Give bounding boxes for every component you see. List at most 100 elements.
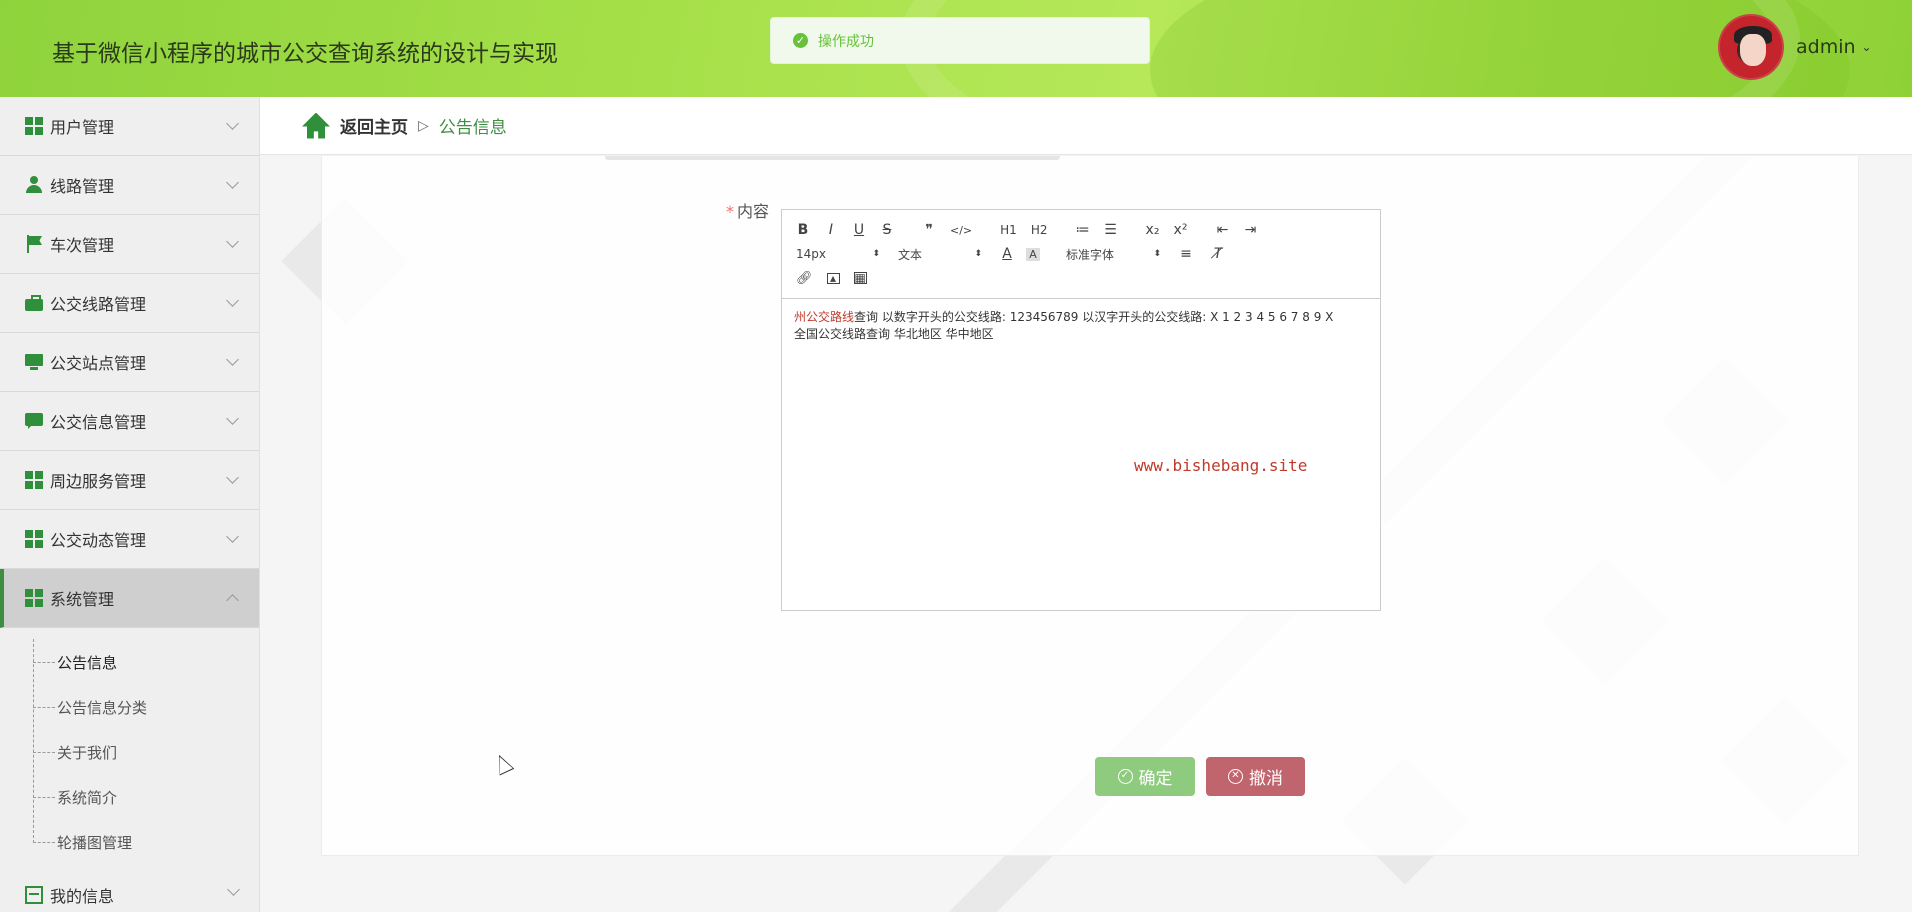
subscript-button[interactable]: x₂ xyxy=(1145,222,1160,238)
sidebar-item-bus-dynamic[interactable]: 公交动态管理 xyxy=(0,510,259,569)
check-circle-icon: ✓ xyxy=(793,33,808,48)
sidebar-item-label: 我的信息 xyxy=(50,887,115,906)
outdent-button[interactable]: ⇤ xyxy=(1215,222,1229,238)
breadcrumb: 返回主页 ▷ 公告信息 xyxy=(260,97,1912,155)
submenu-item-about[interactable]: 关于我们 xyxy=(0,730,259,775)
rich-text-editor: B I U S ❞ </> H1 H2 ≔ ☰ x₂ x² ⇤ ⇥ 14px ⬍ xyxy=(781,209,1381,611)
sidebar-item-label: 线路管理 xyxy=(50,177,115,196)
superscript-button[interactable]: x² xyxy=(1173,222,1188,238)
submenu-tree-line xyxy=(33,639,34,843)
breadcrumb-home[interactable]: 返回主页 xyxy=(340,113,408,138)
indent-button[interactable]: ⇥ xyxy=(1243,222,1257,238)
chevron-down-icon xyxy=(226,235,239,248)
sidebar-item-myinfo[interactable]: 我的信息 xyxy=(0,875,260,912)
content-line-2: 全国公交线路查询 华北地区 华中地区 xyxy=(794,327,994,341)
breadcrumb-current: 公告信息 xyxy=(438,118,507,138)
monitor-icon xyxy=(25,353,43,371)
ordered-list-button[interactable]: ≔ xyxy=(1075,222,1089,238)
grid-icon xyxy=(25,471,43,489)
italic-button[interactable]: I xyxy=(824,222,838,238)
bullet-list-button[interactable]: ☰ xyxy=(1103,222,1117,238)
close-circle-icon: ✕ xyxy=(1228,769,1243,784)
sidebar-item-bus-info[interactable]: 公交信息管理 xyxy=(0,392,259,451)
submenu-item-intro[interactable]: 系统简介 xyxy=(0,775,259,820)
blockquote-button[interactable]: ❞ xyxy=(922,222,936,238)
font-family-select[interactable]: 标准字体 ⬍ xyxy=(1066,246,1161,263)
link-icon[interactable]: 🔗︎ xyxy=(796,271,813,286)
block-type-select[interactable]: 文本 ⬍ xyxy=(898,246,982,263)
code-button[interactable]: </> xyxy=(950,224,972,237)
align-icon[interactable]: ≡ xyxy=(1179,246,1193,262)
sidebar-item-label: 公交动态管理 xyxy=(50,531,147,550)
submenu-item-notice-category[interactable]: 公告信息分类 xyxy=(0,685,259,730)
sidebar-item-label: 车次管理 xyxy=(50,236,115,255)
user-icon xyxy=(25,176,43,194)
grid-icon xyxy=(25,589,43,607)
toolbar-row-2: 14px ⬍ 文本 ⬍ A A 标准字体 ⬍ ≡ T̸ xyxy=(796,242,1370,266)
previous-field-edge xyxy=(605,156,1060,160)
bold-button[interactable]: B xyxy=(796,222,810,238)
required-mark: * xyxy=(726,202,734,221)
font-size-value: 14px xyxy=(796,247,826,261)
select-arrows-icon: ⬍ xyxy=(1153,249,1161,259)
font-color-icon[interactable]: A xyxy=(1000,246,1014,262)
sidebar-item-trips[interactable]: 车次管理 xyxy=(0,215,259,274)
document-icon xyxy=(25,886,43,904)
strike-button[interactable]: S xyxy=(880,222,894,238)
editor-toolbar: B I U S ❞ </> H1 H2 ≔ ☰ x₂ x² ⇤ ⇥ 14px ⬍ xyxy=(782,210,1380,299)
system-submenu: 公告信息 公告信息分类 关于我们 系统简介 轮播图管理 xyxy=(0,628,259,865)
clear-format-icon[interactable]: T̸ xyxy=(1211,246,1225,262)
sidebar-item-system[interactable]: 系统管理 xyxy=(0,569,259,628)
chevron-down-icon xyxy=(226,353,239,366)
select-arrows-icon: ⬍ xyxy=(974,249,982,259)
cancel-button[interactable]: ✕ 撤消 xyxy=(1206,757,1305,796)
sidebar-item-label: 公交站点管理 xyxy=(50,354,147,373)
block-type-value: 文本 xyxy=(898,247,923,262)
grid-icon xyxy=(25,117,43,135)
breadcrumb-separator: ▷ xyxy=(418,117,429,134)
chevron-down-icon xyxy=(226,530,239,543)
sidebar: 用户管理 线路管理 车次管理 公交线路管理 公交站点管理 公交信息管理 周边服务… xyxy=(0,97,260,912)
content-highlight: 州公交路线 xyxy=(794,310,855,324)
chevron-down-icon xyxy=(226,412,239,425)
chevron-down-icon xyxy=(226,471,239,484)
toolbar-row-3: 🔗︎ ▴ ▦ xyxy=(796,266,1370,290)
editor-content[interactable]: 州公交路线查询 以数字开头的公交线路: 123456789 以汉字开头的公交线路… xyxy=(782,299,1380,353)
sidebar-item-routes[interactable]: 线路管理 xyxy=(0,156,259,215)
user-menu[interactable]: admin ⌄ xyxy=(1796,36,1872,58)
sidebar-item-label: 公交信息管理 xyxy=(50,413,147,432)
avatar-face xyxy=(1740,34,1766,66)
cancel-button-label: 撤消 xyxy=(1249,769,1283,789)
confirm-button[interactable]: ✓ 确定 xyxy=(1095,757,1195,796)
h1-button[interactable]: H1 xyxy=(1000,223,1017,237)
sidebar-item-bus-stops[interactable]: 公交站点管理 xyxy=(0,333,259,392)
toolbar-row-1: B I U S ❞ </> H1 H2 ≔ ☰ x₂ x² ⇤ ⇥ xyxy=(796,218,1370,242)
chat-icon xyxy=(25,412,43,430)
image-icon[interactable]: ▴ xyxy=(826,272,840,284)
sidebar-item-label: 公交线路管理 xyxy=(50,295,147,314)
toast-message: 操作成功 xyxy=(818,33,874,50)
main-content: * 内容 B I U S ❞ </> H1 H2 ≔ ☰ x₂ x² ⇤ ⇥ 1… xyxy=(260,156,1912,912)
home-icon[interactable] xyxy=(302,113,330,139)
confirm-button-label: 确定 xyxy=(1138,769,1173,789)
grid-icon xyxy=(25,530,43,548)
check-circle-icon: ✓ xyxy=(1117,769,1133,784)
sidebar-item-bus-routes[interactable]: 公交线路管理 xyxy=(0,274,259,333)
select-arrows-icon: ⬍ xyxy=(872,249,880,259)
font-size-select[interactable]: 14px ⬍ xyxy=(796,247,880,261)
sidebar-item-nearby[interactable]: 周边服务管理 xyxy=(0,451,259,510)
avatar[interactable] xyxy=(1718,14,1784,80)
chevron-down-icon: ⌄ xyxy=(1861,40,1872,54)
video-icon[interactable]: ▦ xyxy=(853,272,867,284)
chevron-down-icon xyxy=(226,117,239,130)
watermark-text: www.bishebang.site xyxy=(1134,456,1308,475)
user-name: admin xyxy=(1796,36,1856,58)
background-color-icon[interactable]: A xyxy=(1026,247,1040,261)
submenu-item-carousel[interactable]: 轮播图管理 xyxy=(0,820,259,865)
sidebar-item-label: 周边服务管理 xyxy=(50,472,147,491)
chevron-up-icon xyxy=(226,594,239,607)
underline-button[interactable]: U xyxy=(852,222,866,238)
h2-button[interactable]: H2 xyxy=(1031,223,1048,237)
submenu-item-notice[interactable]: 公告信息 xyxy=(0,640,259,685)
sidebar-item-users[interactable]: 用户管理 xyxy=(0,97,259,156)
